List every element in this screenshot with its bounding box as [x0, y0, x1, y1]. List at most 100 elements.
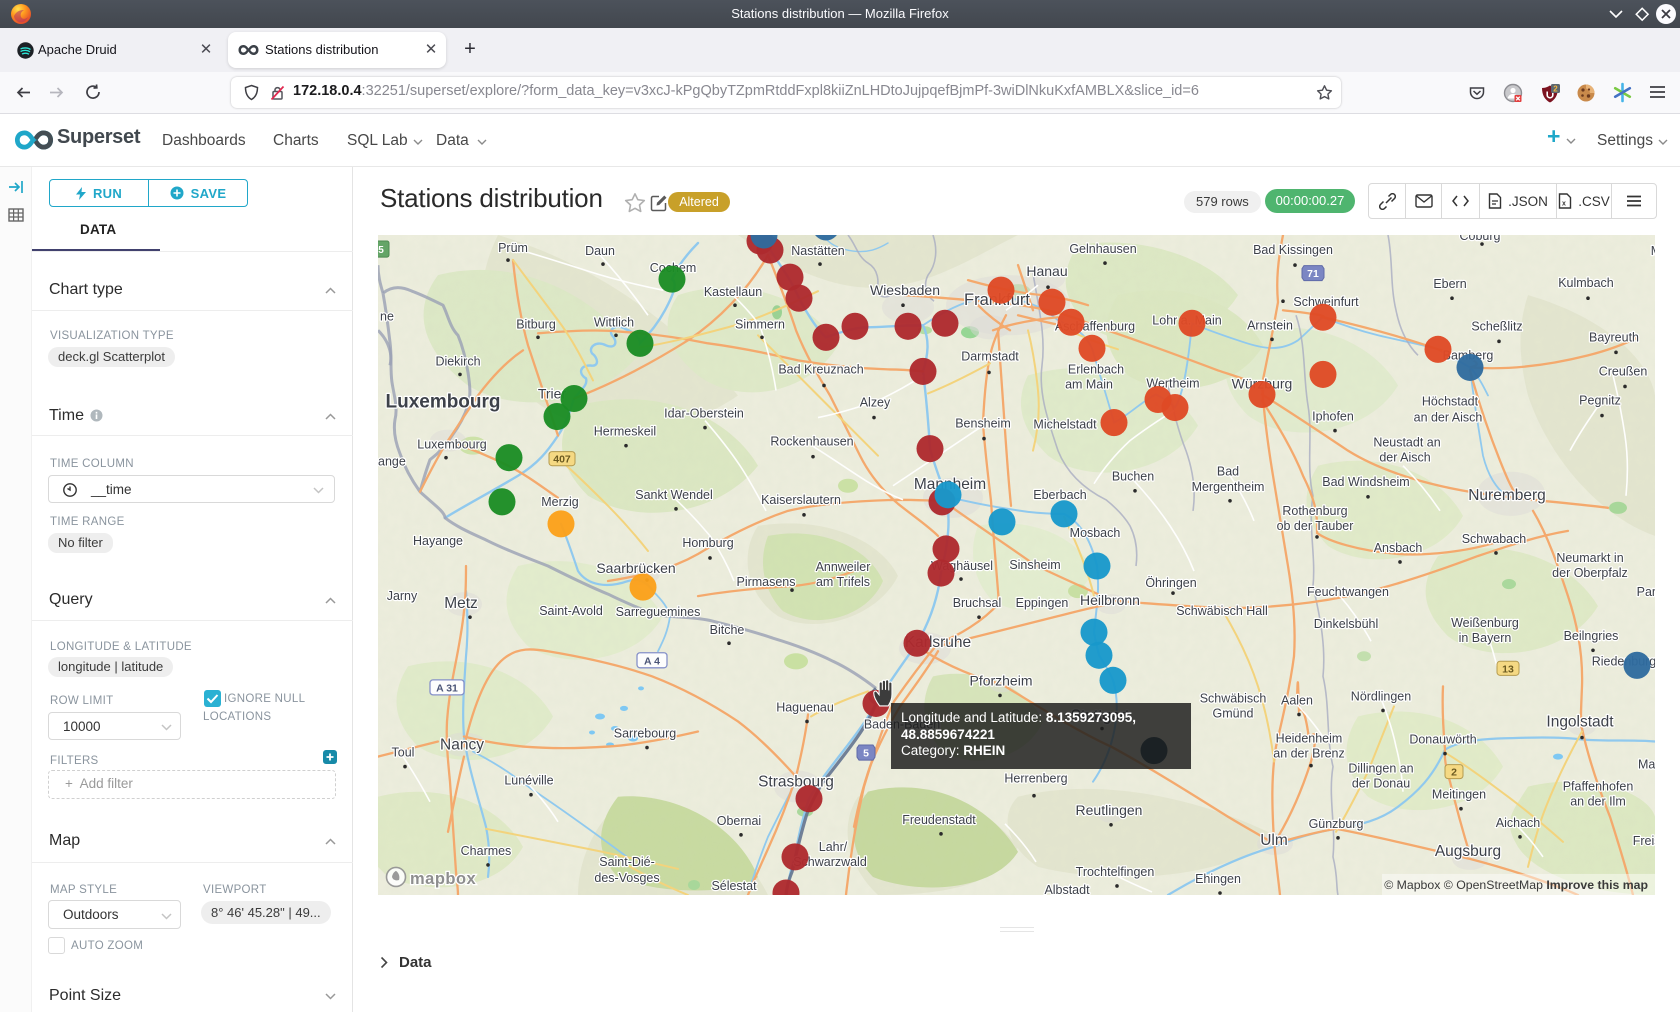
svg-text:Rockenhausen: Rockenhausen: [770, 435, 853, 449]
svg-text:Charmes: Charmes: [461, 844, 512, 858]
svg-text:Simmern: Simmern: [735, 317, 785, 331]
svg-text:Ulm: Ulm: [1260, 832, 1288, 849]
svg-text:Sinsheim: Sinsheim: [1009, 558, 1060, 572]
svg-text:Lahr/: Lahr/: [819, 840, 848, 854]
svg-text:Eppingen: Eppingen: [1016, 596, 1069, 610]
svg-text:Wittlich: Wittlich: [594, 315, 634, 329]
svg-text:Pfaffenhofen: Pfaffenhofen: [1563, 780, 1634, 794]
svg-text:Dillingen an: Dillingen an: [1348, 762, 1413, 776]
svg-text:Michelstadt: Michelstadt: [1033, 418, 1097, 432]
svg-text:Lunéville: Lunéville: [504, 774, 553, 788]
svg-text:Bad: Bad: [1217, 465, 1239, 479]
svg-text:2: 2: [1553, 84, 1558, 93]
svg-text:Ansbach: Ansbach: [1374, 541, 1423, 555]
svg-text:Eberbach: Eberbach: [1033, 488, 1086, 502]
svg-text:mapbox: mapbox: [410, 869, 477, 888]
svg-text:Sarreguemines: Sarreguemines: [616, 605, 701, 619]
svg-text:5: 5: [378, 245, 384, 256]
svg-text:Bayreuth: Bayreuth: [1589, 330, 1639, 344]
svg-text:Gelnhausen: Gelnhausen: [1069, 242, 1136, 256]
svg-text:Coburg: Coburg: [1460, 235, 1501, 243]
svg-text:Pegnitz: Pegnitz: [1579, 393, 1621, 407]
svg-text:Creußen: Creußen: [1599, 364, 1648, 378]
svg-text:71: 71: [1307, 268, 1319, 280]
svg-text:Nancy: Nancy: [440, 737, 484, 754]
svg-text:Diekirch: Diekirch: [435, 354, 480, 368]
svg-text:x: x: [1562, 201, 1566, 208]
svg-text:Öhringen: Öhringen: [1145, 576, 1196, 590]
svg-text:Beilngries: Beilngries: [1564, 629, 1619, 643]
svg-text:Jarny: Jarny: [387, 589, 418, 603]
svg-text:Kulmbach: Kulmbach: [1558, 276, 1614, 290]
svg-text:an der Aisch: an der Aisch: [1414, 411, 1483, 425]
svg-text:Haguenau: Haguenau: [776, 700, 834, 714]
svg-text:Aalen: Aalen: [1281, 693, 1313, 707]
svg-text:Schwäbisch Hall: Schwäbisch Hall: [1176, 604, 1268, 618]
svg-text:Nuremberg: Nuremberg: [1468, 487, 1545, 504]
svg-text:am Main: am Main: [1065, 377, 1113, 391]
svg-text:Höchstadt: Höchstadt: [1422, 395, 1479, 409]
svg-text:Sarrebourg: Sarrebourg: [614, 727, 676, 741]
svg-text:Meitingen: Meitingen: [1432, 788, 1486, 802]
svg-text:an der Ilm: an der Ilm: [1570, 795, 1626, 809]
svg-text:Luxembourg: Luxembourg: [417, 438, 486, 452]
svg-text:in Bayern: in Bayern: [1459, 631, 1512, 645]
svg-text:Alzey: Alzey: [860, 396, 891, 410]
svg-text:ange: ange: [378, 455, 406, 469]
svg-text:Pirmasens: Pirmasens: [737, 575, 796, 589]
svg-text:Trochtelfingen: Trochtelfingen: [1076, 865, 1155, 879]
svg-text:Freisi: Freisi: [1633, 834, 1655, 848]
svg-text:Ingolstadt: Ingolstadt: [1546, 713, 1614, 730]
svg-text:an der Brenz: an der Brenz: [1273, 747, 1344, 761]
svg-text:Hanau: Hanau: [1026, 263, 1067, 279]
svg-text:Darmstadt: Darmstadt: [961, 349, 1019, 363]
svg-text:Nastätten: Nastätten: [791, 244, 844, 258]
svg-text:Bad Windsheim: Bad Windsheim: [1322, 475, 1409, 489]
svg-text:Erlenbach: Erlenbach: [1068, 362, 1124, 376]
svg-text:Günzburg: Günzburg: [1309, 817, 1364, 831]
svg-text:A 31: A 31: [436, 682, 458, 694]
svg-text:Arnstein: Arnstein: [1247, 318, 1293, 332]
svg-text:Mosbach: Mosbach: [1070, 526, 1121, 540]
svg-text:Gmünd: Gmünd: [1213, 706, 1254, 720]
svg-text:Saint-Avold: Saint-Avold: [539, 604, 603, 618]
svg-text:Kaiserslautern: Kaiserslautern: [761, 493, 841, 507]
svg-text:Heilbronn: Heilbronn: [1080, 592, 1140, 608]
svg-text:Saint-Dié-: Saint-Dié-: [599, 855, 654, 869]
svg-text:Pforzheim: Pforzheim: [970, 672, 1033, 688]
svg-text:Metz: Metz: [444, 595, 478, 612]
svg-text:Strasbourg: Strasbourg: [758, 774, 834, 791]
svg-text:Iphofen: Iphofen: [1312, 410, 1354, 424]
svg-text:© Mapbox © OpenStreetMap Impro: © Mapbox © OpenStreetMap Improve this ma…: [1384, 878, 1648, 892]
svg-text:Buchen: Buchen: [1112, 470, 1154, 484]
svg-text:Kastellaun: Kastellaun: [704, 285, 762, 299]
svg-text:Toul: Toul: [392, 746, 415, 760]
svg-text:Hayange: Hayange: [413, 534, 463, 548]
svg-text:5: 5: [863, 748, 869, 760]
svg-text:Sankt Wendel: Sankt Wendel: [635, 488, 712, 502]
svg-text:Sélestat: Sélestat: [711, 879, 757, 893]
svg-text:Schwäbisch: Schwäbisch: [1200, 691, 1267, 705]
svg-text:407: 407: [553, 454, 571, 466]
svg-text:der Oberpfalz: der Oberpfalz: [1552, 566, 1628, 580]
svg-text:Donauwörth: Donauwörth: [1409, 733, 1476, 747]
svg-text:Wiesbaden: Wiesbaden: [870, 282, 940, 298]
svg-text:der Donau: der Donau: [1352, 777, 1410, 791]
svg-text:Parsberg: Parsberg: [1637, 585, 1655, 599]
svg-text:Freudenstadt: Freudenstadt: [902, 813, 976, 827]
svg-text:A 4: A 4: [644, 655, 660, 667]
svg-text:Merzig: Merzig: [541, 495, 578, 509]
svg-text:Ebern: Ebern: [1433, 277, 1466, 291]
svg-text:Bitche: Bitche: [710, 623, 745, 637]
svg-text:Rothenburg: Rothenburg: [1282, 504, 1347, 518]
svg-text:Annweiler: Annweiler: [816, 560, 871, 574]
svg-text:Nördlingen: Nördlingen: [1351, 689, 1411, 703]
svg-text:Mainb: Mainb: [1638, 758, 1655, 772]
svg-text:Bruchsal: Bruchsal: [953, 596, 1002, 610]
svg-text:Aichach: Aichach: [1496, 816, 1540, 830]
svg-text:Augsburg: Augsburg: [1435, 843, 1501, 860]
svg-text:Dinkelsbühl: Dinkelsbühl: [1314, 617, 1379, 631]
svg-text:Daun: Daun: [585, 244, 615, 258]
svg-text:des-Vosges: des-Vosges: [594, 871, 659, 885]
svg-text:Hermeskeil: Hermeskeil: [594, 425, 656, 439]
